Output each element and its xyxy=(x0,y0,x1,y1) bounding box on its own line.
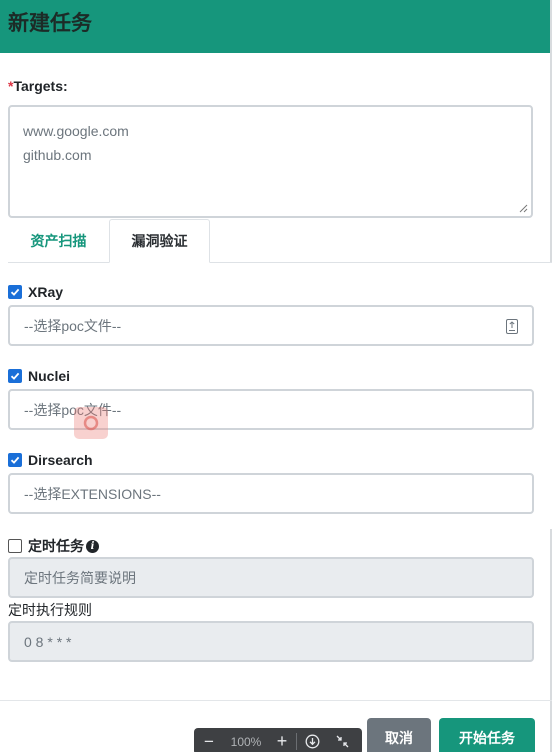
start-task-button[interactable]: 开始任务 xyxy=(439,718,535,752)
schedule-rule-placeholder: 0 8 * * * xyxy=(24,633,72,650)
check-icon xyxy=(10,456,20,464)
schedule-description-placeholder: 定时任务简要说明 xyxy=(24,569,136,586)
schedule-description-input[interactable]: 定时任务简要说明 xyxy=(8,557,534,598)
target-line: www.google.com xyxy=(23,123,129,139)
xray-option[interactable]: XRay xyxy=(8,284,63,300)
dirsearch-extensions-placeholder: --选择EXTENSIONS-- xyxy=(24,485,161,502)
nuclei-checkbox[interactable] xyxy=(8,369,22,383)
zoom-out-button[interactable]: − xyxy=(194,732,224,752)
xray-label: XRay xyxy=(28,284,64,300)
download-glyph xyxy=(305,734,319,749)
watermark-icon xyxy=(83,415,99,431)
schedule-checkbox[interactable] xyxy=(8,539,22,553)
nuclei-label: Nuclei xyxy=(28,368,71,384)
file-upload-icon[interactable] xyxy=(506,319,518,334)
zoom-toolbar: − 100% + xyxy=(194,728,362,752)
xray-poc-file-input[interactable]: --选择poc文件-- xyxy=(8,305,534,346)
nuclei-option[interactable]: Nuclei xyxy=(8,368,70,384)
tab-vuln-verify[interactable]: 漏洞验证 xyxy=(109,219,210,263)
watermark-logo xyxy=(74,407,108,439)
schedule-label: 定时任务 xyxy=(28,538,84,554)
schedule-rule-input[interactable]: 0 8 * * * xyxy=(8,621,534,662)
xray-poc-placeholder: --选择poc文件-- xyxy=(24,317,122,334)
collapse-icon[interactable] xyxy=(327,735,357,748)
info-circle-icon[interactable]: i xyxy=(86,539,99,553)
tab-asset-scan[interactable]: 资产扫描 xyxy=(8,219,109,263)
dirsearch-option[interactable]: Dirsearch xyxy=(8,452,93,468)
collapse-glyph xyxy=(336,735,348,748)
schedule-option[interactable]: 定时任务 i xyxy=(8,536,99,556)
zoom-in-button[interactable]: + xyxy=(268,731,296,752)
targets-label: *Targets: xyxy=(8,78,68,94)
resize-handle-icon[interactable] xyxy=(519,204,528,213)
dirsearch-label: Dirsearch xyxy=(28,452,93,468)
dirsearch-checkbox[interactable] xyxy=(8,453,22,467)
schedule-rule-label: 定时执行规则 xyxy=(8,602,92,618)
modal-title: 新建任务 xyxy=(8,11,92,35)
footer-divider xyxy=(0,700,552,701)
target-line: github.com xyxy=(23,147,92,163)
cancel-button[interactable]: 取消 xyxy=(367,718,431,752)
targets-label-text: Targets: xyxy=(13,78,68,94)
modal-header: 新建任务 xyxy=(0,0,552,53)
download-icon[interactable] xyxy=(297,734,327,749)
check-icon xyxy=(10,288,20,296)
dirsearch-extensions-input[interactable]: --选择EXTENSIONS-- xyxy=(8,473,534,514)
check-icon xyxy=(10,372,20,380)
targets-textarea[interactable]: www.google.com github.com xyxy=(8,105,533,218)
xray-checkbox[interactable] xyxy=(8,285,22,299)
zoom-level: 100% xyxy=(230,734,262,749)
